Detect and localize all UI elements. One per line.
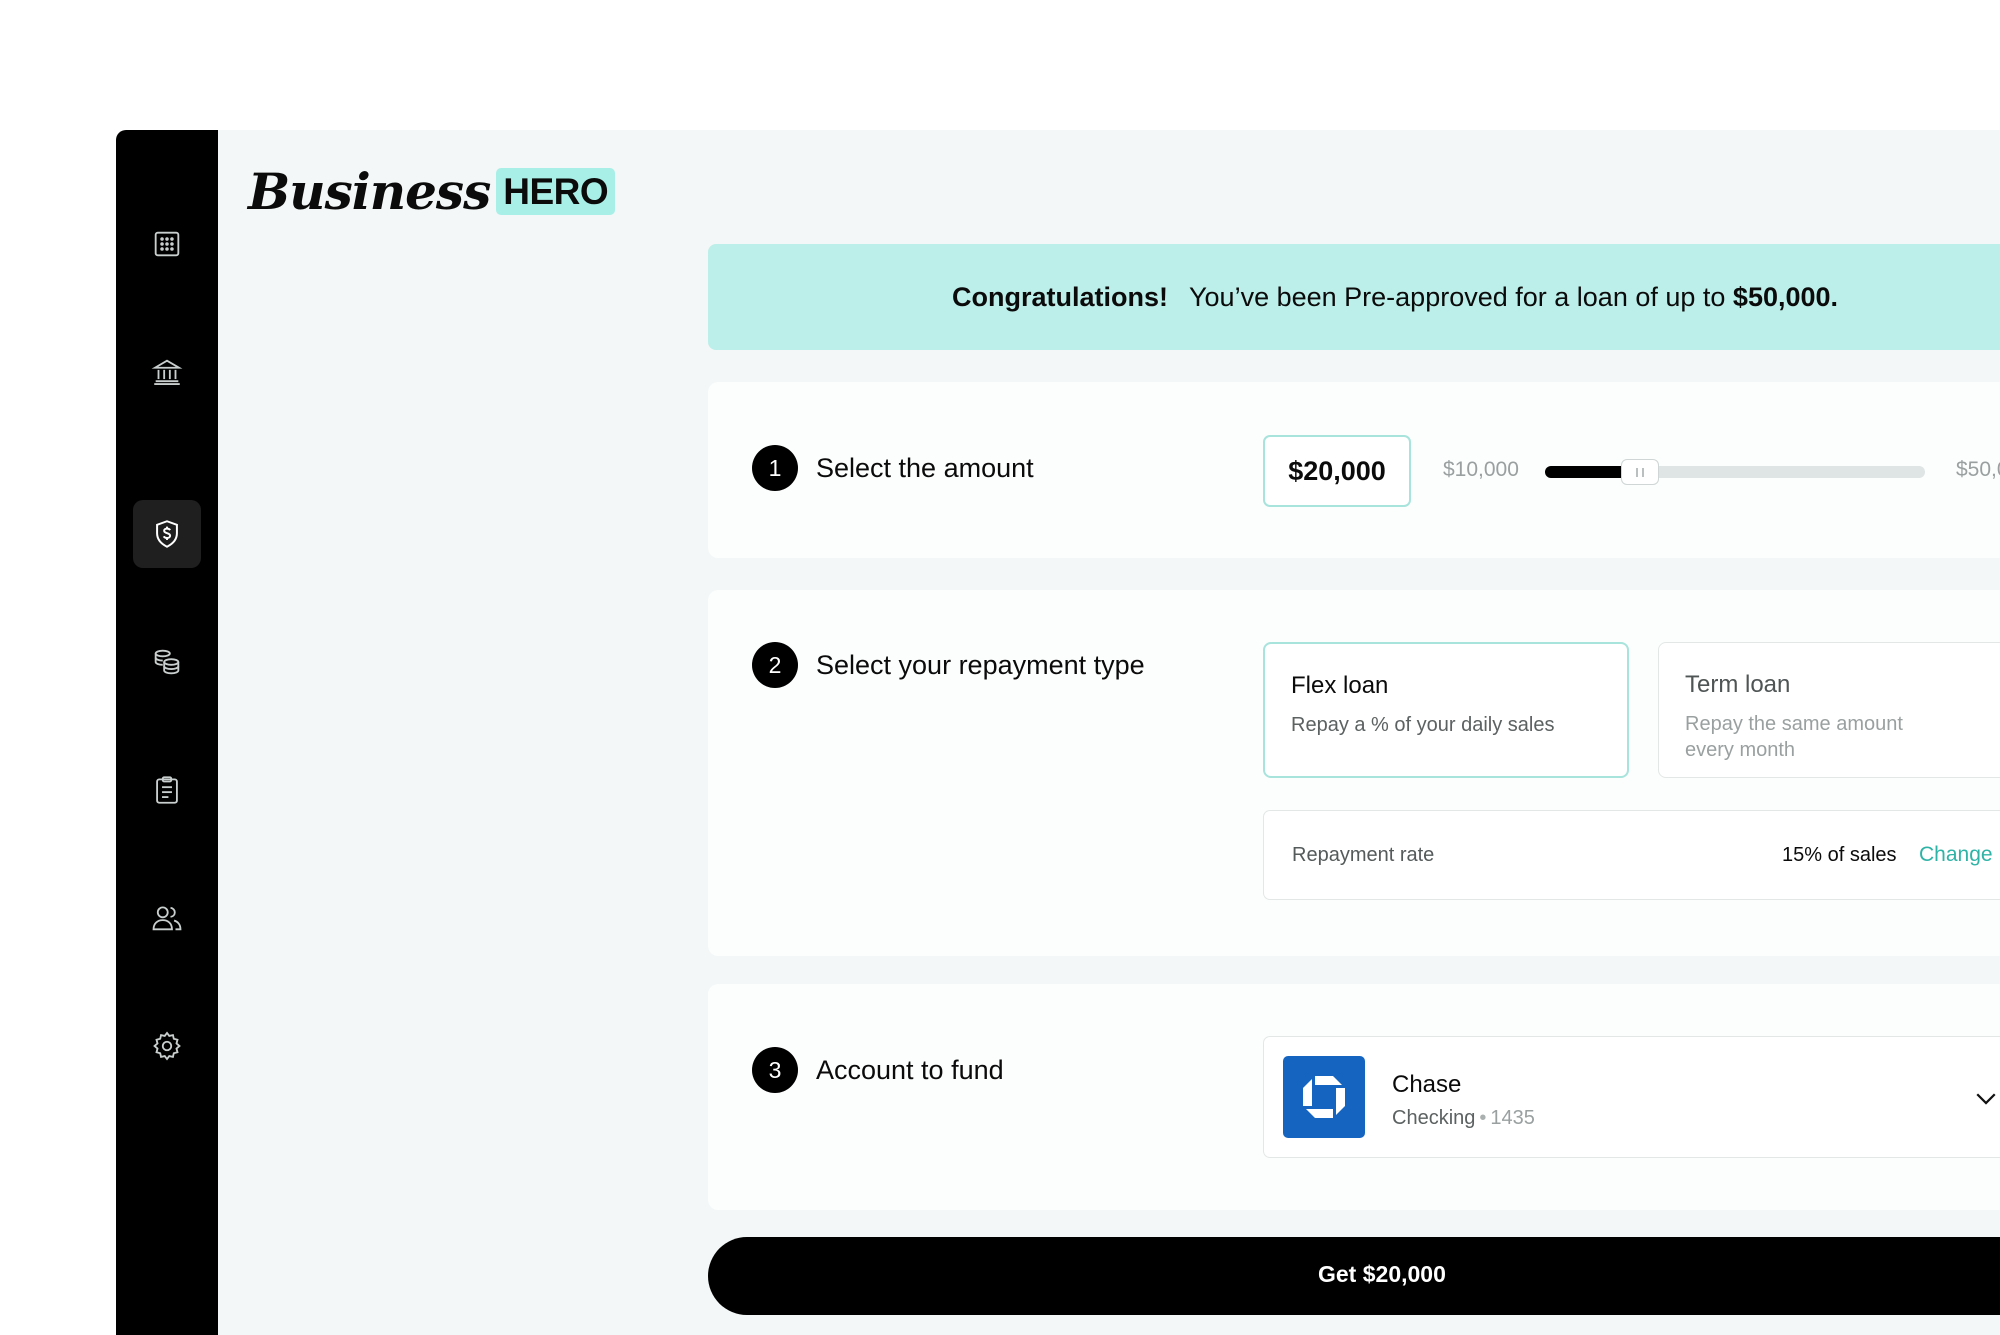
option-description-line: Repay the same amount — [1685, 713, 1903, 735]
step-number: 1 — [752, 445, 798, 491]
sidebar-item-bank[interactable] — [133, 338, 201, 406]
separator-dot: • — [1479, 1107, 1487, 1129]
account-select[interactable]: Chase Checking • 1435 — [1263, 1036, 2000, 1158]
sidebar-item-settings[interactable] — [133, 1012, 201, 1080]
sidebar-item-calculator[interactable] — [133, 210, 201, 278]
change-rate-link[interactable]: Change — [1919, 843, 1993, 867]
repayment-rate-label: Repayment rate — [1292, 844, 1435, 866]
range-min-label: $10,000 — [1443, 458, 1519, 481]
get-loan-button[interactable]: Get $20,000 — [708, 1237, 2000, 1315]
option-description-line: every month — [1685, 739, 1796, 761]
sidebar-item-users[interactable] — [133, 884, 201, 952]
calculator-icon — [154, 231, 180, 257]
users-icon — [152, 906, 182, 931]
step-repayment-card: 2 Select your repayment type Flex loan R… — [708, 590, 2000, 956]
slider-handle[interactable] — [1621, 459, 1659, 485]
option-description: Repay a % of your daily sales — [1291, 714, 1555, 736]
flex-loan-option[interactable]: Flex loan Repay a % of your daily sales — [1263, 642, 1629, 778]
range-max-label: $50,000 — [1956, 458, 2000, 481]
sidebar-item-documents[interactable] — [133, 756, 201, 824]
logo-wordmark: Business — [248, 162, 491, 221]
chase-logo-icon — [1283, 1056, 1365, 1138]
term-loan-option[interactable]: Term loan Repay the same amount every mo… — [1658, 642, 2000, 778]
sidebar-item-loans[interactable] — [133, 500, 201, 568]
amount-input[interactable]: $20,000 — [1263, 435, 1411, 507]
sidebar-item-coins[interactable] — [133, 628, 201, 696]
option-title: Flex loan — [1291, 672, 1389, 699]
account-type: Checking — [1392, 1107, 1476, 1129]
step-account-card: 3 Account to fund Chase Checking • 1435 — [708, 984, 2000, 1210]
account-number: 1435 — [1490, 1107, 1535, 1129]
repayment-rate-value: 15% of sales — [1782, 844, 1897, 866]
banner-title: Congratulations! — [952, 281, 1168, 312]
bank-icon — [151, 359, 183, 385]
get-loan-button-label: Get $20,000 — [1318, 1261, 1446, 1287]
option-title: Term loan — [1685, 671, 1791, 698]
chevron-down-icon[interactable] — [1971, 1083, 2000, 1113]
app-window: Business HERO Congratulations! You’ve be… — [116, 130, 2000, 1335]
step-amount-card: 1 Select the amount $20,000 $10,000 $50,… — [708, 382, 2000, 558]
brand-logo[interactable]: Business HERO — [248, 162, 616, 221]
gear-icon — [153, 1031, 181, 1061]
step-title: Account to fund — [816, 1055, 1004, 1085]
amount-slider[interactable] — [1545, 459, 1925, 485]
step-title: Select the amount — [816, 453, 1034, 483]
main-content: Business HERO Congratulations! You’ve be… — [218, 130, 2000, 1335]
option-description: Repay the same amount every month — [1685, 711, 1903, 763]
preapproval-banner: Congratulations! You’ve been Pre-approve… — [708, 244, 2000, 350]
banner-message: You’ve been Pre-approved for a loan of u… — [1189, 281, 1726, 312]
shield-dollar-icon — [156, 520, 178, 548]
logo-badge: HERO — [496, 168, 616, 215]
step-number: 3 — [752, 1047, 798, 1093]
step-title: Select your repayment type — [816, 650, 1145, 680]
sidebar — [116, 130, 218, 1335]
coins-stack-icon — [154, 649, 180, 675]
step-number: 2 — [752, 642, 798, 688]
repayment-rate-row: Repayment rate 15% of sales Change — [1263, 810, 2000, 900]
account-details: Checking • 1435 — [1392, 1107, 1535, 1130]
clipboard-icon — [156, 776, 178, 804]
bank-name: Chase — [1392, 1071, 1462, 1098]
banner-amount: $50,000. — [1732, 281, 1839, 312]
